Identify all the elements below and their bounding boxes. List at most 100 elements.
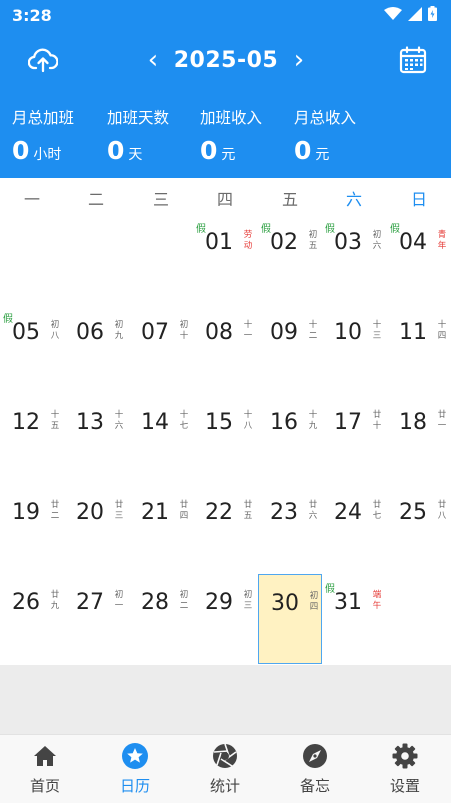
- lunar-char: 六: [114, 421, 124, 431]
- day-cell[interactable]: 假 01 劳动: [193, 214, 257, 304]
- prev-month-button[interactable]: ‹: [140, 45, 166, 75]
- day-number: 11: [399, 320, 427, 345]
- day-cell[interactable]: 18 廿一: [387, 394, 451, 484]
- day-number: 14: [141, 410, 169, 435]
- lunar-char: 三: [243, 601, 253, 611]
- day-cell[interactable]: 23 廿六: [258, 484, 322, 574]
- day-number: 27: [76, 590, 104, 615]
- tab-memo[interactable]: 备忘: [270, 741, 360, 796]
- day-cell[interactable]: 12 十五: [0, 394, 64, 484]
- day-cell[interactable]: 16 十九: [258, 394, 322, 484]
- lunar-char: 廿: [243, 500, 253, 510]
- tab-label: 日历: [119, 777, 150, 795]
- stat-label: 月总收入: [294, 109, 357, 127]
- day-cell[interactable]: 15 十八: [193, 394, 257, 484]
- lunar-char: 一: [243, 331, 253, 341]
- day-cell[interactable]: 25 廿八: [387, 484, 451, 574]
- day-cell[interactable]: 22 廿五: [193, 484, 257, 574]
- next-month-button[interactable]: ›: [286, 45, 312, 75]
- day-number: 19: [12, 500, 40, 525]
- day-cell[interactable]: 28 初二: [129, 574, 193, 664]
- day-cell[interactable]: 17 廿十: [322, 394, 386, 484]
- day-cell[interactable]: 26 廿九: [0, 574, 64, 664]
- day-number: 07: [141, 320, 169, 345]
- day-cell[interactable]: 06 初九: [64, 304, 128, 394]
- lunar-char: 初: [50, 320, 60, 330]
- lunar-char: 廿: [308, 500, 318, 510]
- lunar-date: 廿三: [114, 500, 124, 522]
- lunar-char: 廿: [50, 500, 60, 510]
- tab-calendar[interactable]: 日历: [90, 741, 180, 796]
- day-number: 03: [334, 230, 362, 255]
- lunar-date: 廿八: [437, 500, 447, 522]
- weekday-label: 二: [87, 190, 104, 209]
- lunar-char: 十: [114, 410, 124, 420]
- lunar-char: 十: [437, 320, 447, 330]
- tab-label: 备忘: [299, 777, 330, 795]
- lunar-char: 十: [372, 421, 382, 431]
- day-cell[interactable]: 10 十三: [322, 304, 386, 394]
- tab-settings[interactable]: 设置: [360, 741, 450, 796]
- home-icon: [34, 746, 56, 766]
- stat-total-overtime: 月总加班 0 小时: [12, 106, 107, 165]
- day-cell[interactable]: 29 初三: [193, 574, 257, 664]
- day-cell[interactable]: 07 初十: [129, 304, 193, 394]
- day-cell[interactable]: 14 十七: [129, 394, 193, 484]
- day-cell[interactable]: 13 十六: [64, 394, 128, 484]
- day-cell[interactable]: 假 05 初八: [0, 304, 64, 394]
- lunar-char: 五: [308, 241, 318, 251]
- lunar-char: 四: [437, 331, 447, 341]
- day-number: 30: [271, 591, 299, 616]
- day-cell[interactable]: 假 04 青年: [387, 214, 451, 304]
- lunar-date: 初六: [372, 230, 382, 252]
- day-number: 08: [205, 320, 233, 345]
- day-number: 04: [399, 230, 427, 255]
- tab-home[interactable]: 首页: [0, 741, 90, 796]
- lunar-char: 九: [50, 601, 60, 611]
- lunar-date: 初十: [179, 320, 189, 342]
- day-number: 18: [399, 410, 427, 435]
- day-cell[interactable]: 09 十二: [258, 304, 322, 394]
- lunar-date: 廿二: [50, 500, 60, 522]
- lunar-char: 十: [179, 331, 189, 341]
- lunar-date: 初八: [50, 320, 60, 342]
- month-title[interactable]: 2025-05: [174, 48, 278, 73]
- lunar-date: 端午: [372, 590, 382, 612]
- day-cell[interactable]: 假 31 端午: [322, 574, 386, 664]
- day-cell[interactable]: 11 十四: [387, 304, 451, 394]
- lunar-char: 七: [372, 511, 382, 521]
- lunar-char: 九: [308, 421, 318, 431]
- day-cell[interactable]: 08 十一: [193, 304, 257, 394]
- lunar-char: 五: [50, 421, 60, 431]
- day-cell[interactable]: 24 廿七: [322, 484, 386, 574]
- day-cell[interactable]: 19 廿二: [0, 484, 64, 574]
- day-number: 28: [141, 590, 169, 615]
- day-cell[interactable]: 假 03 初六: [322, 214, 386, 304]
- day-number: 05: [12, 320, 40, 345]
- star-icon: [122, 743, 148, 769]
- lunar-date: 初五: [308, 230, 318, 252]
- lunar-char: 端: [372, 590, 382, 600]
- calendar-picker-button[interactable]: [395, 42, 431, 78]
- cloud-upload-button[interactable]: [25, 42, 61, 78]
- stat-value: 0: [12, 136, 30, 165]
- weekday-label: 日: [410, 190, 427, 209]
- day-cell-selected[interactable]: 30 初四: [258, 574, 322, 664]
- lunar-date: 廿十: [372, 410, 382, 432]
- lunar-char: 八: [243, 421, 253, 431]
- lunar-date: 廿一: [437, 410, 447, 432]
- lunar-char: 二: [50, 511, 60, 521]
- day-cell[interactable]: 21 廿四: [129, 484, 193, 574]
- day-cell[interactable]: 20 廿三: [64, 484, 128, 574]
- lunar-char: 十: [308, 410, 318, 420]
- tab-statistics[interactable]: 统计: [180, 741, 270, 796]
- lunar-char: 初: [372, 230, 382, 240]
- lunar-date: 十七: [179, 410, 189, 432]
- day-number: 02: [270, 230, 298, 255]
- lunar-date: 青年: [437, 230, 447, 252]
- day-cell[interactable]: 假 02 初五: [258, 214, 322, 304]
- lunar-char: 青: [437, 230, 447, 240]
- lunar-char: 十: [243, 410, 253, 420]
- lunar-date: 十三: [372, 320, 382, 342]
- day-cell[interactable]: 27 初一: [64, 574, 128, 664]
